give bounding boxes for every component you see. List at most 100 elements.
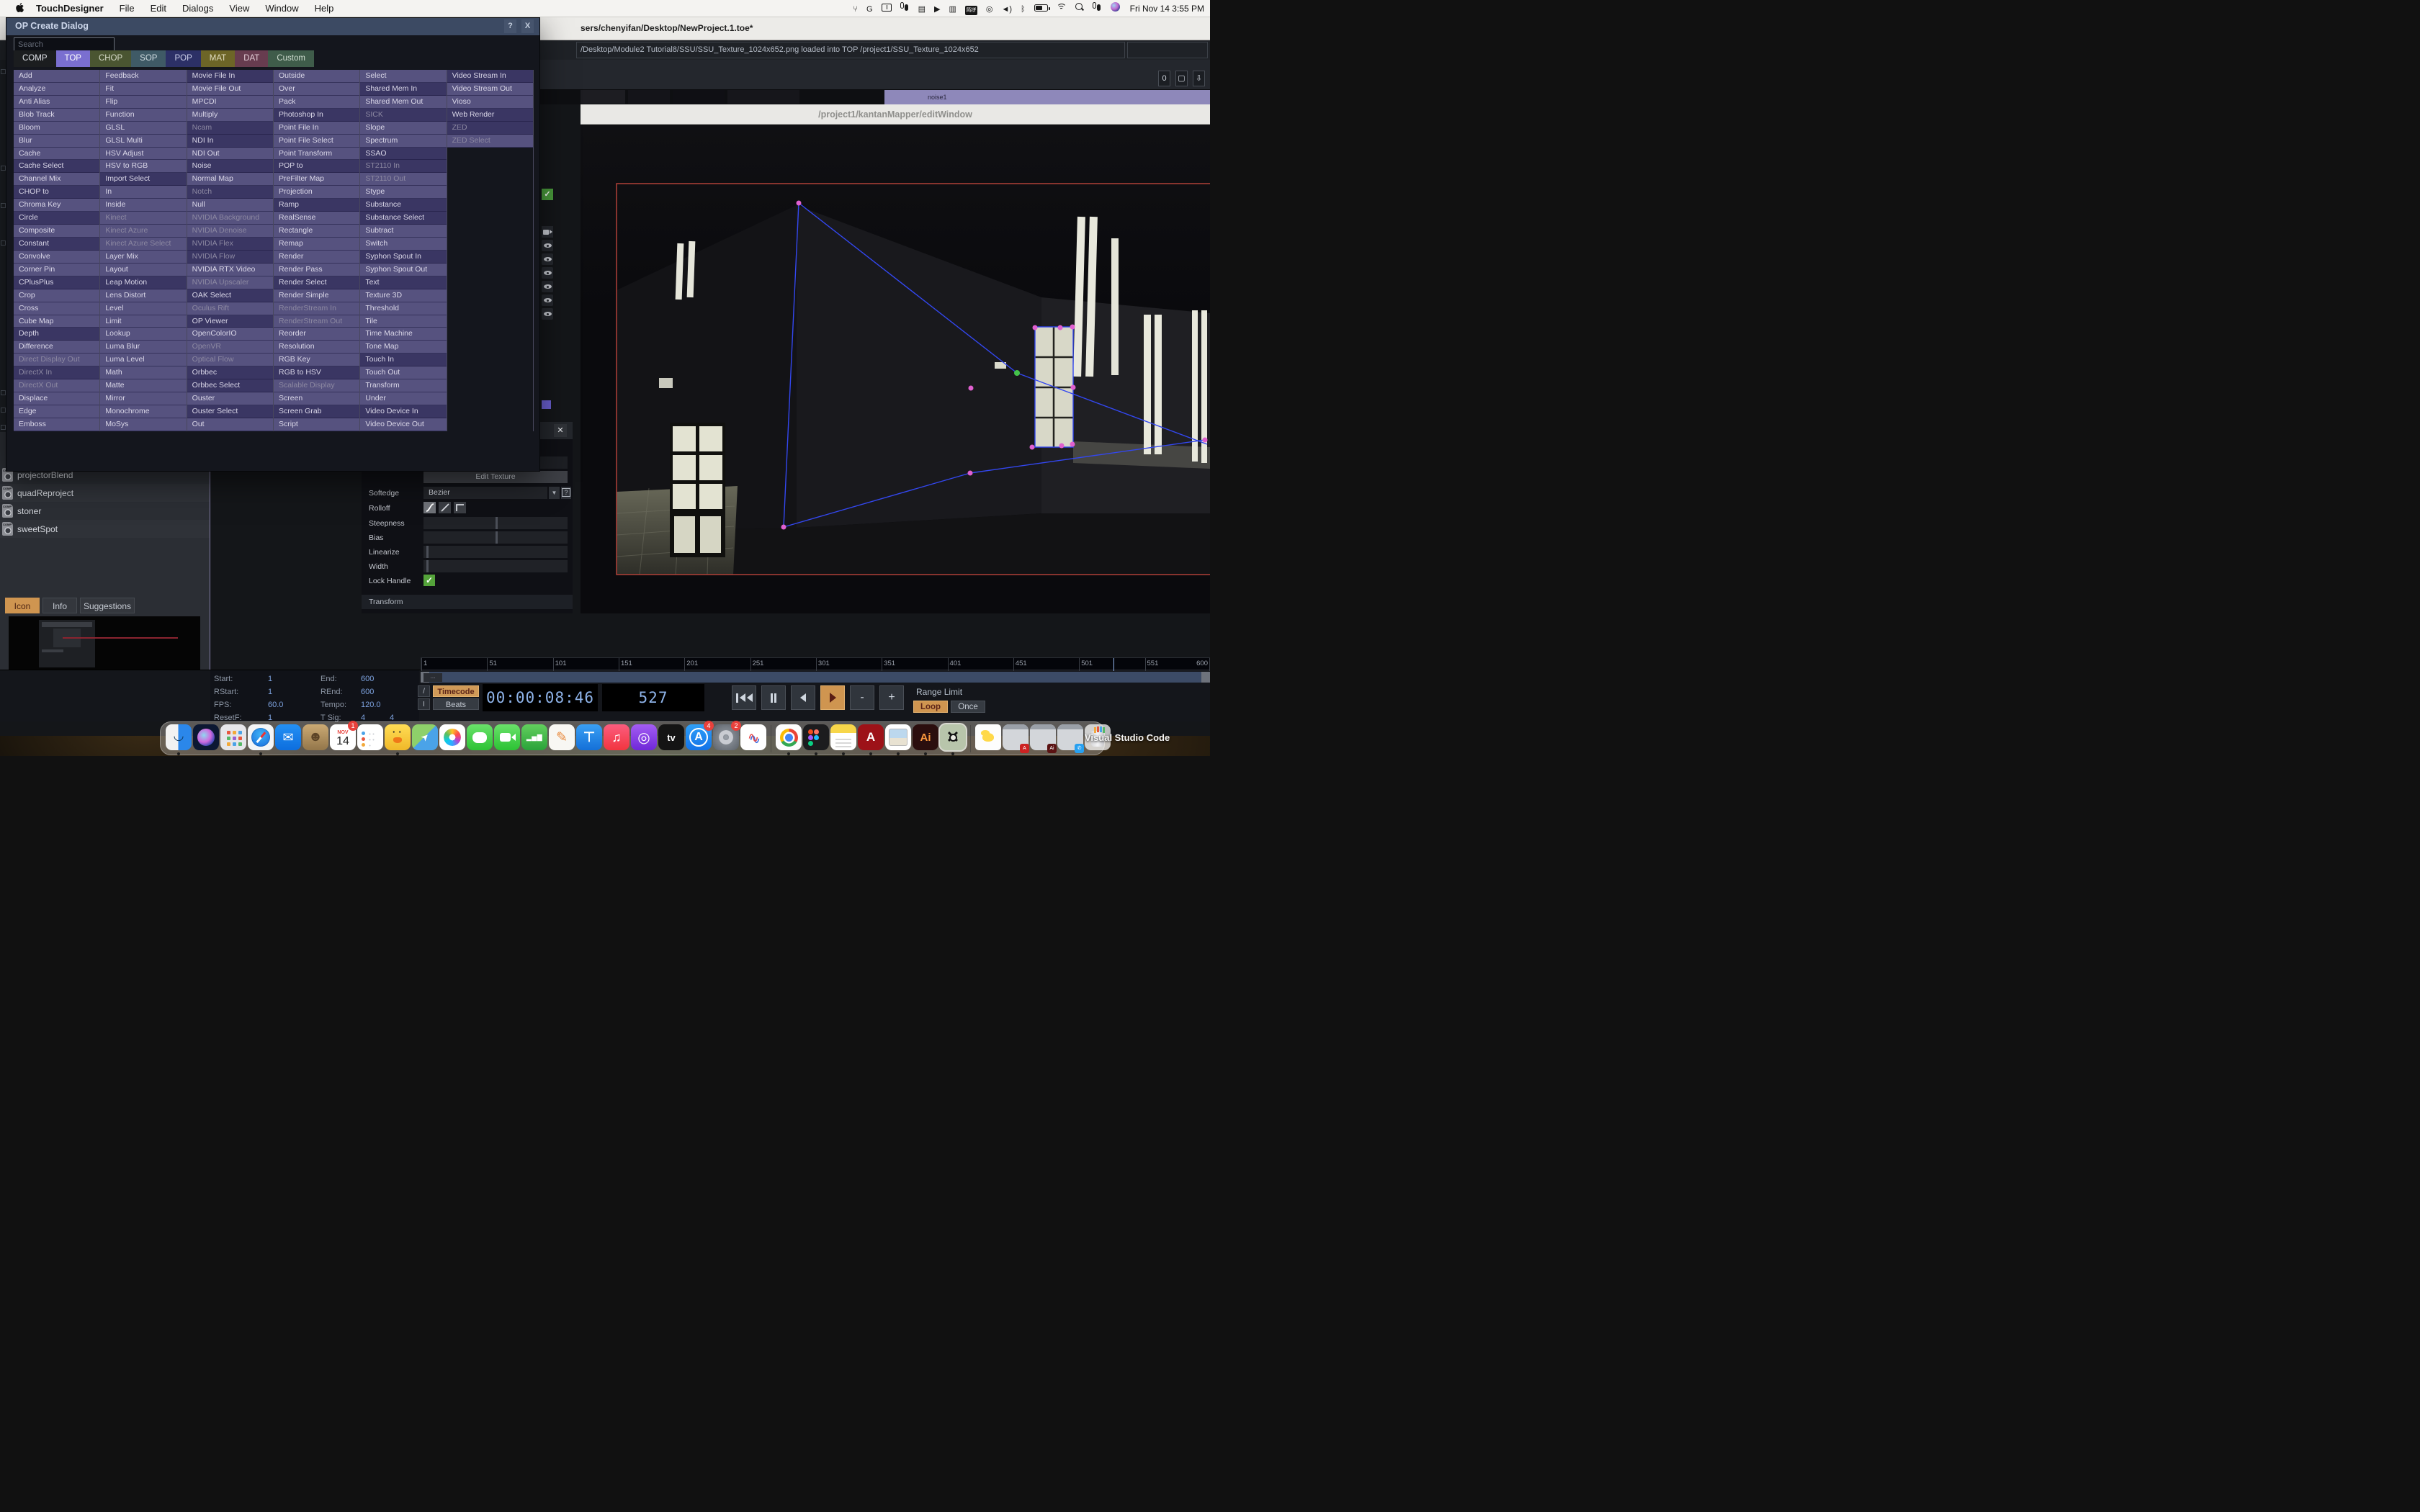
mapping-canvas[interactable] (581, 125, 1210, 613)
node-thumbnail[interactable] (628, 90, 670, 104)
color-swatch[interactable] (542, 400, 551, 409)
op-item[interactable]: Video Stream Out (447, 83, 533, 96)
op-item[interactable]: Depth (14, 328, 99, 341)
op-item[interactable]: Mirror (100, 392, 186, 405)
dock-finder[interactable] (165, 722, 192, 755)
play-icon[interactable]: ▶ (934, 5, 940, 14)
op-item[interactable]: Anti Alias (14, 96, 99, 109)
linearize-slider[interactable] (424, 546, 568, 558)
dock-reminders[interactable] (357, 722, 384, 755)
op-item[interactable]: Syphon Spout In (360, 251, 446, 264)
op-item[interactable]: Add (14, 70, 99, 83)
window-icon[interactable] (882, 4, 892, 12)
editwindow-titlebar[interactable]: /project1/kantanMapper/editWindow (581, 104, 1210, 125)
op-item[interactable]: Layer Mix (100, 251, 186, 264)
op-item[interactable]: Leap Motion (100, 276, 186, 289)
op-item[interactable]: Feedback (100, 70, 186, 83)
search-input[interactable] (14, 37, 115, 51)
op-item[interactable]: Import Select (100, 173, 186, 186)
dock-figma[interactable] (802, 722, 830, 755)
op-item[interactable]: RealSense (274, 212, 359, 225)
tab-top[interactable]: TOP (56, 50, 90, 67)
op-item[interactable]: Orbbec (187, 366, 273, 379)
op-item[interactable]: Out (187, 418, 273, 431)
op-item[interactable]: Substance Select (360, 212, 446, 225)
chevron-down-icon[interactable]: ▼ (549, 487, 560, 499)
op-item[interactable]: Slope (360, 122, 446, 135)
op-item[interactable]: Video Device In (360, 405, 446, 418)
op-item[interactable]: Syphon Spout Out (360, 264, 446, 276)
node-thumbnail[interactable] (581, 90, 625, 104)
dock-calendar[interactable]: NOV141 (329, 722, 357, 755)
op-item[interactable]: Outside (274, 70, 359, 83)
dock-pages[interactable] (548, 722, 575, 755)
tab-mat[interactable]: MAT (201, 50, 235, 67)
width-slider[interactable] (424, 560, 568, 572)
bluetooth-icon[interactable]: ᛒ (1021, 5, 1026, 14)
op-item[interactable]: Displace (14, 392, 99, 405)
op-item[interactable]: Flip (100, 96, 186, 109)
op-item[interactable]: Projection (274, 186, 359, 199)
tab-chop[interactable]: CHOP (90, 50, 131, 67)
op-item[interactable]: Render Select (274, 276, 359, 289)
op-item[interactable]: Luma Level (100, 354, 186, 366)
op-item[interactable]: Text (360, 276, 446, 289)
op-item[interactable]: Point File Select (274, 135, 359, 148)
close-icon[interactable]: ✕ (554, 424, 567, 437)
op-item[interactable]: NDI In (187, 135, 273, 148)
op-item[interactable]: Photoshop In (274, 109, 359, 122)
op-item[interactable]: Constant (14, 238, 99, 251)
op-item[interactable]: Orbbec Select (187, 379, 273, 392)
menu-window[interactable]: Window (265, 3, 298, 14)
op-item[interactable]: Rectangle (274, 225, 359, 238)
dock-minwin[interactable]: A (1002, 722, 1029, 755)
op-item[interactable]: Emboss (14, 418, 99, 431)
playhead[interactable] (1113, 658, 1115, 671)
dock-facetime[interactable] (493, 722, 521, 755)
dock-stocks[interactable] (521, 722, 548, 755)
dock-minwin[interactable]: ✆ (1057, 722, 1084, 755)
op-item[interactable]: Luma Blur (100, 341, 186, 354)
dock-preview[interactable] (884, 722, 912, 755)
sidebar-item-stoner[interactable]: stoner (0, 502, 210, 520)
dock-launchpad[interactable] (220, 722, 247, 755)
op-item[interactable]: Shared Mem Out (360, 96, 446, 109)
tab-pop[interactable]: POP (166, 50, 200, 67)
rolloff-linear-icon[interactable] (439, 502, 451, 513)
counter-button[interactable]: 0 (1158, 71, 1170, 86)
op-item[interactable]: Difference (14, 341, 99, 354)
dock-appstore[interactable]: 4 (685, 722, 712, 755)
pause-button[interactable] (761, 685, 786, 710)
apple-menu-icon[interactable] (16, 3, 26, 14)
tab-suggestions[interactable]: Suggestions (80, 598, 135, 613)
frame-ruler[interactable]: 151101151201251301351401451501551600 (421, 657, 1210, 670)
menu-view[interactable]: View (229, 3, 249, 14)
op-item[interactable]: Threshold (360, 302, 446, 315)
op-item[interactable]: Tone Map (360, 341, 446, 354)
op-item[interactable]: Cache Select (14, 160, 99, 173)
op-item[interactable]: Convolve (14, 251, 99, 264)
op-item[interactable]: Video Stream In (447, 70, 533, 83)
op-item[interactable]: Touch In (360, 354, 446, 366)
op-item[interactable]: Edge (14, 405, 99, 418)
tab-sop[interactable]: SOP (131, 50, 166, 67)
op-item[interactable]: MoSys (100, 418, 186, 431)
dock-maps[interactable] (411, 722, 439, 755)
op-item[interactable]: Blur (14, 135, 99, 148)
help-icon[interactable]: ? (561, 487, 571, 499)
op-item[interactable]: NDI Out (187, 148, 273, 161)
tab-info[interactable]: Info (42, 598, 77, 613)
tab-icon[interactable]: Icon (5, 598, 40, 613)
op-item[interactable]: CHOP to (14, 186, 99, 199)
op-item[interactable]: HSV Adjust (100, 148, 186, 161)
op-item[interactable]: Analyze (14, 83, 99, 96)
layer-check-icon[interactable]: ✓ (542, 189, 553, 200)
dock-settings[interactable]: 2 (712, 722, 740, 755)
op-item[interactable]: Ouster Select (187, 405, 273, 418)
op-item[interactable]: Movie File In (187, 70, 273, 83)
op-item[interactable]: Stype (360, 186, 446, 199)
tab-comp[interactable]: COMP (14, 50, 56, 67)
visibility-eye-icon[interactable] (542, 267, 553, 279)
menu-help[interactable]: Help (315, 3, 334, 14)
g-loop-icon[interactable]: G (866, 5, 873, 14)
